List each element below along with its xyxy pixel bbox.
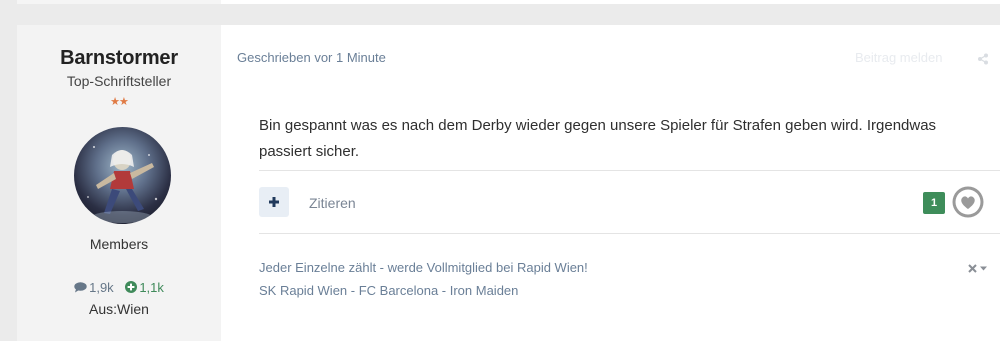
previous-post-edge <box>17 0 1000 4</box>
signature-line: SK Rapid Wien - FC Barcelona - Iron Maid… <box>259 283 519 298</box>
author-stats: 1,9k 1,1k <box>17 280 221 296</box>
reaction-count-badge[interactable]: 1 <box>923 192 945 214</box>
signature-line: Jeder Einzelne zählt - werde Vollmitglie… <box>259 260 588 275</box>
post-timestamp[interactable]: Geschrieben vor 1 Minute <box>237 50 386 65</box>
author-panel: Barnstormer Top-Schriftsteller ★★ Member… <box>17 25 221 341</box>
reputation-stat[interactable]: 1,1k <box>125 280 164 296</box>
divider <box>259 233 1000 234</box>
divider <box>259 170 1000 171</box>
post-content: Bin gespannt was es nach dem Derby wiede… <box>259 117 937 160</box>
share-icon[interactable] <box>977 52 989 70</box>
report-post-link[interactable]: Beitrag melden <box>855 50 942 65</box>
reputation-count: 1,1k <box>139 280 164 295</box>
caret-down-icon <box>980 266 987 271</box>
avatar-image <box>87 146 158 223</box>
signature-controls[interactable] <box>968 261 990 279</box>
multiquote-button[interactable] <box>259 187 289 217</box>
member-group: Members <box>89 236 149 252</box>
author-location: Aus:Wien <box>89 301 149 317</box>
previous-author-panel-edge <box>17 0 221 4</box>
like-button[interactable] <box>952 186 984 218</box>
heart-icon <box>952 186 984 218</box>
close-icon <box>968 264 977 273</box>
comment-icon <box>74 281 87 296</box>
avatar[interactable] <box>74 127 171 224</box>
plus-icon <box>269 197 279 207</box>
plus-circle-icon <box>125 281 138 296</box>
forum-post: Barnstormer Top-Schriftsteller ★★ Member… <box>17 25 1000 341</box>
author-title: Top-Schriftsteller <box>66 73 172 89</box>
posts-count-stat[interactable]: 1,9k <box>74 280 114 296</box>
quote-button[interactable]: Zitieren <box>309 195 356 211</box>
author-name[interactable]: Barnstormer <box>17 47 221 70</box>
posts-count: 1,9k <box>89 280 114 295</box>
rank-stars: ★★ <box>110 96 129 108</box>
